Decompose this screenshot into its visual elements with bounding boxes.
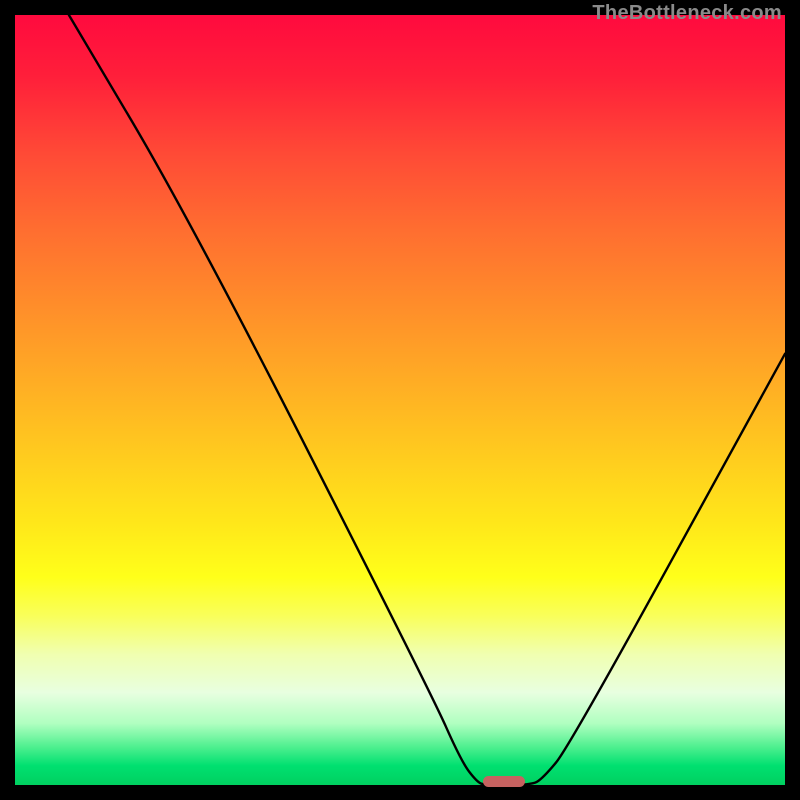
chart-frame: TheBottleneck.com [0, 0, 800, 800]
optimal-point-marker [483, 776, 525, 787]
chart-plot-area [15, 15, 785, 785]
bottleneck-curve [15, 15, 785, 785]
watermark-text: TheBottleneck.com [592, 2, 782, 25]
